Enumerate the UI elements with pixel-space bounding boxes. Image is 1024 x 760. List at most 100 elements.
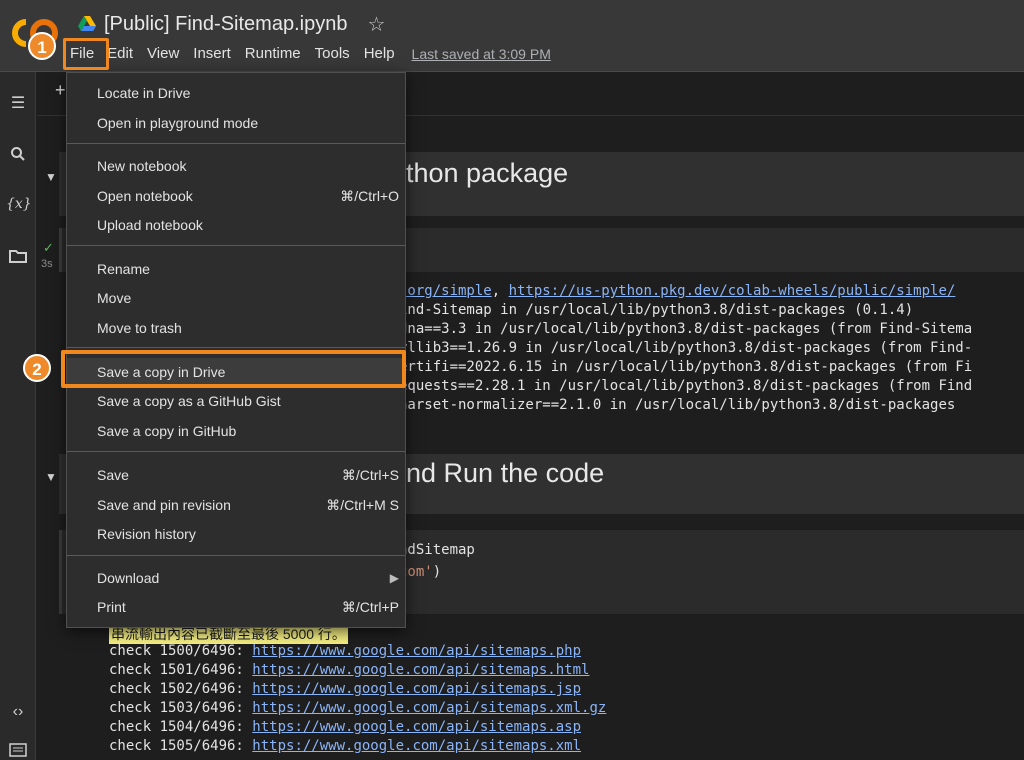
menu-item-label: Revision history [97,526,196,542]
terminal-icon[interactable] [6,738,30,760]
menu-item-label: Save and pin revision [97,497,231,513]
pip-output-line: rllib3==1.26.9 in /usr/local/lib/python3… [399,340,973,356]
pip-output: .org/simple, https://us-python.pkg.dev/c… [399,282,955,301]
folder-icon[interactable] [6,244,30,268]
search-icon[interactable] [6,142,30,166]
menu-locate-in-drive[interactable]: Locate in Drive [67,79,405,107]
menu-save-pin-revision[interactable]: Save and pin revision ⌘/Ctrl+M S [67,491,405,519]
menu-download[interactable]: Download ▶ [67,564,405,592]
file-menu-highlight-box [63,38,109,70]
menu-view[interactable]: View [140,40,186,68]
menu-divider [67,555,405,556]
pip-output-line: ind-Sitemap in /usr/local/lib/python3.8/… [399,302,914,318]
menu-help[interactable]: Help [357,40,402,68]
menu-rename[interactable]: Rename [67,255,405,283]
pip-link-colab-wheels[interactable]: https://us-python.pkg.dev/colab-wheels/p… [509,283,956,299]
menu-move-to-trash[interactable]: Move to trash [67,314,405,342]
pip-output-line: ertifi==2022.6.15 in /usr/local/lib/pyth… [399,359,973,375]
menu-item-label: Move [97,290,132,306]
menu-item-label: Save a copy as a GitHub Gist [97,393,281,409]
notebook-title[interactable]: [Public] Find-Sitemap.ipynb [104,13,347,36]
menu-item-label: New notebook [97,158,187,174]
star-icon[interactable]: ☆ [367,12,385,37]
section-heading-2: nd Run the code [406,458,605,488]
menu-item-label: Save [97,467,129,483]
google-drive-icon [78,16,96,31]
check-url[interactable]: https://www.google.com/api/sitemaps.php [252,643,581,659]
last-saved-link[interactable]: Last saved at 3:09 PM [412,46,551,62]
shortcut-label: ⌘/Ctrl+O [340,187,399,204]
check-prefix: check 1503/6496: [109,700,253,716]
check-line: check 1501/6496: https://www.google.com/… [109,661,589,680]
menu-upload-notebook[interactable]: Upload notebook [67,211,405,239]
menu-runtime[interactable]: Runtime [238,40,308,68]
variables-icon[interactable]: {x} [6,192,32,216]
check-line: check 1504/6496: https://www.google.com/… [109,718,581,737]
shortcut-label: ⌘/Ctrl+S [341,466,399,483]
menu-revision-history[interactable]: Revision history [67,520,405,548]
pip-link-pypi[interactable]: .org/simple [399,283,492,299]
code-paren: ) [432,564,442,580]
pip-separator: , [491,283,509,299]
menu-divider [67,347,405,348]
menu-save-copy-gist[interactable]: Save a copy as a GitHub Gist [67,387,405,415]
check-url[interactable]: https://www.google.com/api/sitemaps.asp [252,719,581,735]
add-cell-button[interactable]: + [55,80,66,101]
shortcut-label: ⌘/Ctrl+M S [326,496,399,513]
step-badge-2: 2 [23,354,51,382]
check-prefix: check 1504/6496: [109,719,253,735]
run-time: 3s [41,258,53,270]
menu-item-label: Open in playground mode [97,115,259,131]
step-badge-1: 1 [28,32,56,60]
check-line: check 1500/6496: https://www.google.com/… [109,642,581,661]
pip-output-line: harset-normalizer==2.1.0 in /usr/local/l… [399,397,956,413]
menu-item-label: Rename [97,261,150,277]
menu-insert[interactable]: Insert [186,40,238,68]
code-line: ndSitemap [399,542,475,558]
menu-move[interactable]: Move [67,284,405,312]
collapse-section-icon[interactable]: ▼ [45,170,57,184]
menu-item-label: Locate in Drive [97,85,191,101]
menu-item-label: Open notebook [97,188,193,204]
check-url[interactable]: https://www.google.com/api/sitemaps.jsp [252,681,581,697]
menu-item-label: Download [97,570,160,586]
menu-print[interactable]: Print ⌘/Ctrl+P [67,593,405,621]
menu-item-label: Move to trash [97,320,182,336]
menu-item-label: Upload notebook [97,217,203,233]
check-prefix: check 1505/6496: [109,738,253,754]
save-copy-highlight-box [61,350,406,388]
menu-open-playground[interactable]: Open in playground mode [67,109,405,137]
left-rail: ☰ {x} ‹› [0,72,36,760]
menu-new-notebook[interactable]: New notebook [67,152,405,180]
menu-bar: File Edit View Insert Runtime Tools Help… [64,40,551,68]
check-line: check 1505/6496: https://www.google.com/… [109,737,581,756]
collapse-section-icon[interactable]: ▼ [45,470,57,484]
shortcut-label: ⌘/Ctrl+P [341,598,399,615]
section-heading-1: thon package [406,158,569,188]
check-url[interactable]: https://www.google.com/api/sitemaps.xml [252,738,581,754]
menu-save-copy-github[interactable]: Save a copy in GitHub [67,417,405,445]
menu-divider [67,245,405,246]
code-icon[interactable]: ‹› [6,700,30,724]
pip-output-line: dna==3.3 in /usr/local/lib/python3.8/dis… [399,321,973,337]
app-header: [Public] Find-Sitemap.ipynb ☆ File Edit … [0,0,1024,72]
check-line: check 1503/6496: https://www.google.com/… [109,699,606,718]
check-prefix: check 1501/6496: [109,662,253,678]
title-row: [Public] Find-Sitemap.ipynb ☆ [78,10,385,38]
check-prefix: check 1500/6496: [109,643,253,659]
check-url[interactable]: https://www.google.com/api/sitemaps.xml.… [252,700,606,716]
menu-item-label: Print [97,599,126,615]
menu-item-label: Save a copy in GitHub [97,423,237,439]
menu-tools[interactable]: Tools [308,40,357,68]
check-url[interactable]: https://www.google.com/api/sitemaps.html [252,662,589,678]
check-line: check 1502/6496: https://www.google.com/… [109,680,581,699]
menu-divider [67,451,405,452]
check-prefix: check 1502/6496: [109,681,253,697]
run-status-check-icon: ✓ [43,240,54,255]
pip-output-line: equests==2.28.1 in /usr/local/lib/python… [399,378,973,394]
menu-save[interactable]: Save ⌘/Ctrl+S [67,461,405,489]
menu-divider [67,143,405,144]
toc-icon[interactable]: ☰ [6,92,30,116]
menu-open-notebook[interactable]: Open notebook ⌘/Ctrl+O [67,182,405,210]
submenu-arrow-icon: ▶ [389,571,399,585]
